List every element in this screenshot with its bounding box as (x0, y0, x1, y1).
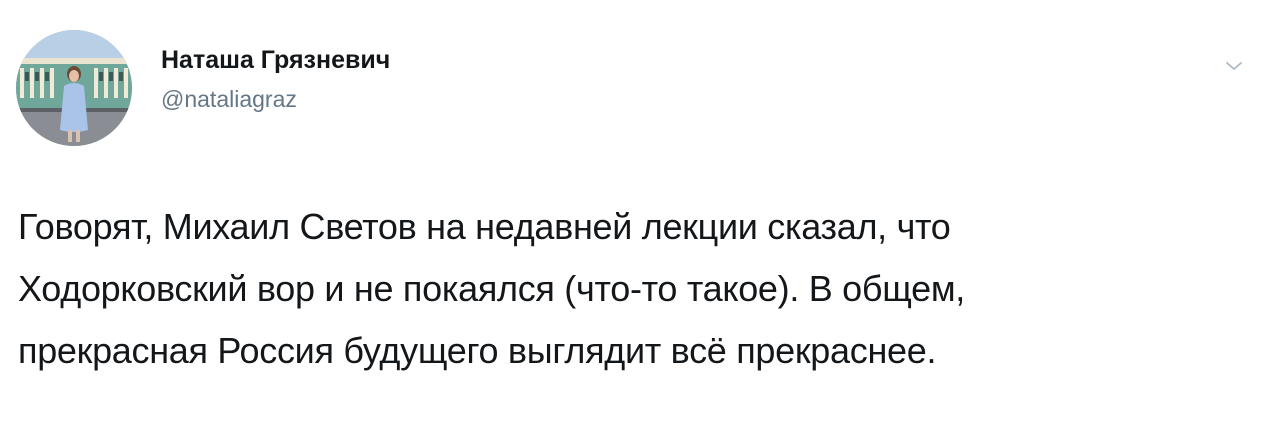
tweet-menu-button[interactable] (1222, 54, 1246, 78)
tweet-card: Наташа Грязневич @nataliagraz Говорят, М… (0, 0, 1272, 434)
tweet-text-line: Говорят, Михаил Светов на недавней лекци… (18, 206, 951, 247)
tweet-text-line: прекрасная Россия будущего выглядит всё … (18, 330, 937, 371)
tweet-text-line: Ходорковский вор и не покаялся (что-то т… (18, 268, 965, 309)
author-handle[interactable]: @nataliagraz (161, 86, 297, 113)
chevron-down-icon (1226, 62, 1242, 70)
profile-photo-icon (16, 30, 132, 146)
author-display-name[interactable]: Наташа Грязневич (161, 46, 390, 75)
tweet-text: Говорят, Михаил Светов на недавней лекци… (18, 196, 1248, 382)
avatar[interactable] (16, 30, 132, 146)
